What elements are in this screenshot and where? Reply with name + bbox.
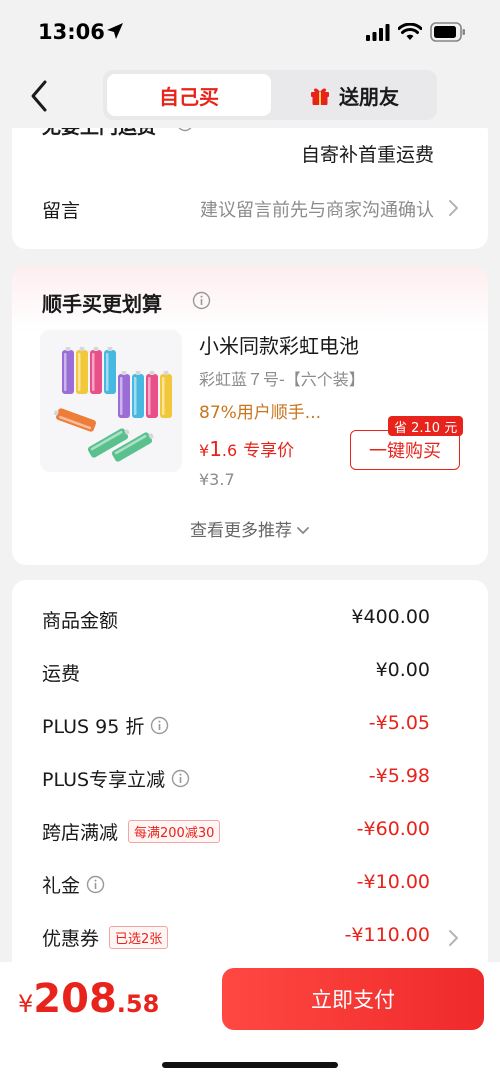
shipping-options-card: 无要上门运费 自寄补首重运费 留言 建议留言前先与商家沟通确认 <box>12 118 488 249</box>
summary-row-goods-amount: 商品金额 ¥400.00 <box>42 606 430 636</box>
battery-cell <box>146 371 158 418</box>
total-currency: ¥ <box>18 990 34 1018</box>
addon-recommendation-card: 顺手买更划算 小米同款彩虹电池 彩虹蓝７号-【六个装】 87%用户顺手... ¥… <box>12 266 488 565</box>
summary-value: ¥0.00 <box>375 659 430 681</box>
info-icon[interactable] <box>171 769 190 788</box>
home-indicator[interactable] <box>162 1062 338 1068</box>
original-price: ¥3.7 <box>199 470 235 489</box>
exclusive-price-label: 专享价 <box>243 441 295 461</box>
summary-label: PLUS专享立减 <box>42 769 166 791</box>
summary-label: 跨店满减 <box>42 822 119 844</box>
summary-label: 运费 <box>42 663 81 685</box>
price-decimal: .6 <box>221 441 238 460</box>
back-chevron-icon[interactable] <box>26 78 56 114</box>
total-integer: 208 <box>33 976 117 1022</box>
total-decimal: .58 <box>116 990 160 1018</box>
battery-cell <box>62 347 74 394</box>
tab-send-to-friend[interactable]: 送朋友 <box>275 74 433 116</box>
save-amount-badge: 省 2.10 元 <box>388 416 464 436</box>
summary-row-plus-discount: PLUS 95 折 -¥5.05 <box>42 712 430 742</box>
tab-send-to-friend-label: 送朋友 <box>339 84 399 109</box>
summary-label-wrap: PLUS专享立减 <box>42 765 190 792</box>
battery-cell <box>104 347 116 394</box>
one-click-buy-button[interactable]: 一键购买 <box>350 430 460 470</box>
summary-label: PLUS 95 折 <box>42 716 145 738</box>
battery-cell <box>160 371 172 418</box>
info-icon[interactable] <box>192 291 211 310</box>
chevron-down-icon <box>297 527 309 535</box>
price-integer: 1 <box>209 437 222 461</box>
tab-buy-for-self[interactable]: 自己买 <box>107 74 271 116</box>
see-more-label: 查看更多推荐 <box>190 521 292 541</box>
summary-value: -¥110.00 <box>344 924 430 946</box>
summary-value: -¥10.00 <box>356 871 430 893</box>
summary-row-shipping-fee: 运费 ¥0.00 <box>42 659 430 689</box>
battery-cell <box>53 408 97 432</box>
product-spec: 彩虹蓝７号-【六个装】 <box>199 370 365 389</box>
checkout-bar: ¥208.58 立即支付 <box>0 962 500 1083</box>
rainbow-battery-picture <box>53 347 172 462</box>
coupon-count-tag: 已选2张 <box>109 926 169 949</box>
message-placeholder: 建议留言前先与商家沟通确认 <box>200 200 434 221</box>
summary-label-wrap: 礼金 <box>42 871 105 898</box>
tab-buy-for-self-label: 自己买 <box>159 84 219 109</box>
summary-label-wrap: 跨店满减 每满200减30 <box>42 818 221 845</box>
pay-now-button[interactable]: 立即支付 <box>222 968 484 1030</box>
summary-value: -¥5.05 <box>368 712 430 734</box>
summary-row-gift-money: 礼金 -¥10.00 <box>42 871 430 901</box>
summary-label-wrap: 优惠券 已选2张 <box>42 924 169 951</box>
wifi-icon <box>398 23 422 40</box>
summary-value: ¥400.00 <box>351 606 430 628</box>
purchase-rate: 87%用户顺手... <box>199 403 321 423</box>
info-icon[interactable] <box>86 875 105 894</box>
status-bar: 13:06 <box>0 0 500 64</box>
summary-label: 商品金额 <box>42 610 119 632</box>
battery-cell <box>118 371 130 418</box>
summary-label: 优惠券 <box>42 928 100 950</box>
summary-value: -¥60.00 <box>356 818 430 840</box>
gift-icon <box>311 88 329 105</box>
battery-product-image[interactable] <box>40 330 182 472</box>
info-icon[interactable] <box>150 716 169 735</box>
cellular-signal-icon <box>366 24 390 41</box>
message-label: 留言 <box>42 200 81 222</box>
summary-row-coupons[interactable]: 优惠券 已选2张 -¥110.00 <box>42 924 430 954</box>
status-time: 13:06 <box>38 20 105 44</box>
addon-title: 顺手买更划算 <box>42 292 162 316</box>
one-click-buy-label: 一键购买 <box>369 441 441 462</box>
chevron-right-icon[interactable] <box>446 929 460 947</box>
summary-label: 礼金 <box>42 875 81 897</box>
summary-row-plus-reduction: PLUS专享立减 -¥5.98 <box>42 765 430 795</box>
summary-row-cross-store-discount: 跨店满减 每满200减30 -¥60.00 <box>42 818 430 848</box>
order-summary-card: 商品金额 ¥400.00 运费 ¥0.00 PLUS 95 折 -¥5.05 P… <box>12 580 488 1000</box>
price-currency: ¥ <box>199 441 210 460</box>
battery-icon <box>430 22 465 42</box>
self-ship-note: 自寄补首重运费 <box>300 144 434 166</box>
discount-rule-tag: 每满200减30 <box>128 820 221 843</box>
summary-value: -¥5.98 <box>368 765 430 787</box>
battery-cell <box>76 347 88 394</box>
chevron-right-icon <box>449 200 458 216</box>
see-more-recommendations-link[interactable]: 查看更多推荐 <box>12 516 488 541</box>
exclusive-price: ¥1.6 专享价 <box>199 436 294 461</box>
pay-now-label: 立即支付 <box>311 988 395 1012</box>
summary-label-wrap: PLUS 95 折 <box>42 712 169 739</box>
purchase-mode-switch: 自己买 送朋友 <box>103 70 437 120</box>
location-arrow-icon <box>107 23 123 39</box>
battery-cell <box>90 347 102 394</box>
total-amount: ¥208.58 <box>18 976 159 1022</box>
nav-bar: 自己买 送朋友 <box>0 64 500 128</box>
battery-cell <box>132 371 144 418</box>
product-name[interactable]: 小米同款彩虹电池 <box>199 330 359 359</box>
